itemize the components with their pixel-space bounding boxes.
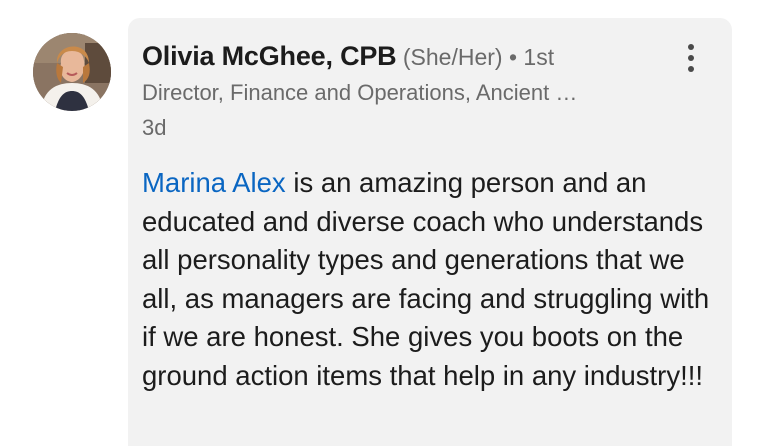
author-pronouns-wrap: (She/Her) xyxy=(396,44,503,70)
author-pronouns: (She/Her) xyxy=(402,44,503,70)
more-options-button[interactable] xyxy=(674,40,708,76)
author-headline: Director, Finance and Operations, Ancien… xyxy=(142,80,578,105)
author-name[interactable]: Olivia McGhee, CPB xyxy=(142,41,397,71)
comment-timestamp: 3d xyxy=(142,115,167,140)
meta-separator: • xyxy=(502,44,524,70)
comment-text: Marina Alex is an amazing person and an … xyxy=(142,164,717,395)
author-avatar[interactable] xyxy=(33,33,111,111)
comment-card: Olivia McGhee, CPB (She/Her) • 1st Direc… xyxy=(0,0,783,446)
connection-degree: 1st xyxy=(523,44,555,70)
comment-body-text: is an amazing person and an educated and… xyxy=(142,167,710,391)
profile-photo-icon xyxy=(33,33,111,111)
mention-link[interactable]: Marina Alex xyxy=(142,167,286,198)
author-row: Olivia McGhee, CPB (She/Her) • 1st xyxy=(142,40,554,77)
